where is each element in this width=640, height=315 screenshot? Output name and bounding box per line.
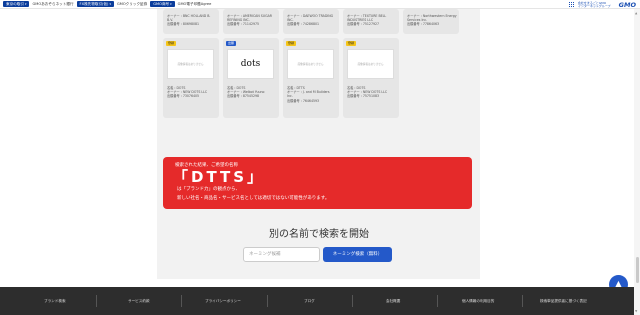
mark-image: dots xyxy=(227,49,274,79)
mark-image: 画像情報はありません xyxy=(347,49,394,79)
footer-divider xyxy=(522,295,523,307)
mark-image: 画像情報はありません xyxy=(287,49,334,79)
result-card[interactable]: オーナー : DAEWOO TRADING INC. 出願番号 : 742868… xyxy=(283,9,339,34)
result-card[interactable]: オーナー : TEXTURE BELL INDUSTRIES LLC 出願番号 … xyxy=(343,9,399,34)
topbar-item-4[interactable]: GMO商号 ▾ xyxy=(150,1,175,7)
result-card[interactable]: 登録 画像情報はありません 名義 : DOTS オーナー : NEW DOTS … xyxy=(163,38,219,118)
footer-divider xyxy=(267,295,268,307)
card-details: 名義 : DOTS オーナー : NEW DOTS LLC 出願番号 : 730… xyxy=(167,86,207,99)
card-details: 名義 : DOTS オーナー : NEW DOTS LLC 出願番号 : 757… xyxy=(347,86,387,99)
footer-divider xyxy=(96,295,97,307)
footer-divider xyxy=(181,295,182,307)
card-line: オーナー : J. and M Builders xyxy=(287,90,330,95)
result-card[interactable]: オーナー : Northwestern Energy Services Inc.… xyxy=(403,9,459,34)
footer-link[interactable]: サービス約款 xyxy=(128,299,150,304)
topbar-item-0[interactable]: 東京の取引 ▾ xyxy=(3,1,30,7)
footer-link[interactable]: 検索単品提供者に基づく表記 xyxy=(540,299,587,304)
footer-divider xyxy=(437,295,438,307)
card-owner: オーナー : AMERICAN SUGAR REFINING INC. 出願番号… xyxy=(227,14,272,27)
brand-tagline-line: インターネットグループ xyxy=(577,4,611,8)
card-line: 出願番号 : 77864063 xyxy=(407,22,440,27)
card-owner: オーナー : BNC HOLLAND B. B.V. 出願番号 : 806980… xyxy=(167,14,210,27)
status-badge: 登録 xyxy=(346,41,357,46)
card-line: 出願番号 : 73076405 xyxy=(167,94,200,99)
card-details: 名義 : DOTS オーナー : Welbot Yuuno 出願番号 : 875… xyxy=(227,86,265,99)
topbar-item-5[interactable]: GMO電子印鑑Agree xyxy=(178,2,212,7)
naming-search-button[interactable]: ネーミング検索（無料） xyxy=(323,247,392,262)
no-image-text: 画像情報はありません xyxy=(297,63,324,66)
apps-grid-icon[interactable] xyxy=(568,2,575,8)
no-image-text: 画像情報はありません xyxy=(177,63,204,66)
topbar-item-1[interactable]: GMOあおぞらネット銀行 xyxy=(32,2,73,7)
topbar-item-3[interactable]: GMOクリック証券 xyxy=(117,2,147,7)
card-owner: オーナー : Northwestern Energy Services Inc.… xyxy=(407,14,457,27)
footer-link[interactable]: ブログ xyxy=(304,299,315,304)
no-image-text: 画像情報はありません xyxy=(357,63,384,66)
topbar-brand: 会社をまるごとGMO インターネットグループ GMO xyxy=(568,1,636,9)
searched-name: 「DTTS」 xyxy=(173,168,266,186)
topbar-item-label: GMO商号 xyxy=(153,2,170,6)
footer-divider xyxy=(352,295,353,307)
banner-message-line: は「ブランド力」の観点から、 xyxy=(177,187,240,192)
gmo-logo[interactable]: GMO xyxy=(619,1,636,9)
status-badge: 登録 xyxy=(286,41,297,46)
topbar-item-label: 東京の取引 xyxy=(6,2,24,6)
scroll-down-arrow-icon[interactable]: ▼ xyxy=(635,309,637,313)
card-details: 名義 : DTTS オーナー : J. and M Builders Inc. … xyxy=(287,86,330,103)
topbar-item-label: GMOあおぞらネット銀行 xyxy=(32,1,74,6)
brand-tagline: 会社をまるごとGMO インターネットグループ xyxy=(577,1,611,9)
card-line: 出願番号 : 75751083 xyxy=(347,94,380,99)
topbar-item-label: GMO電子印鑑Agree xyxy=(177,1,212,6)
footer-link[interactable]: 会社概要 xyxy=(386,299,400,304)
footer-link[interactable]: ブランド検索 xyxy=(44,299,66,304)
chevron-down-icon: ▾ xyxy=(109,2,111,6)
card-owner: オーナー : TEXTURE BELL INDUSTRIES LLC 出願番号 … xyxy=(347,14,386,27)
result-card[interactable]: オーナー : BNC HOLLAND B. B.V. 出願番号 : 806980… xyxy=(163,9,219,34)
scroll-up-arrow-icon[interactable]: ▲ xyxy=(635,11,637,15)
card-line: 出願番号 : 87545298 xyxy=(227,94,260,99)
result-card[interactable]: 出願 dots 名義 : DOTS オーナー : Welbot Yuuno 出願… xyxy=(223,38,279,118)
topbar-item-2[interactable]: FX株先物取引(仮) ▾ xyxy=(76,1,114,7)
topbar-item-label: GMOクリック証券 xyxy=(116,1,148,6)
card-line: オーナー : BNC HOLLAND B. xyxy=(167,14,211,18)
naming-search-input[interactable]: ネーミング候補 xyxy=(243,247,320,262)
card-line: 出願番号 : 80698081 xyxy=(167,22,200,27)
result-card[interactable]: 登録 画像情報はありません 名義 : DOTS オーナー : NEW DOTS … xyxy=(343,38,399,118)
chevron-down-icon: ▾ xyxy=(24,2,27,6)
footer-link[interactable]: プライバシーポリシー xyxy=(205,299,241,304)
search-heading: 別の名前で検索を開始 xyxy=(269,229,369,240)
result-card[interactable]: 登録 画像情報はありません 名義 : DTTS オーナー : J. and M … xyxy=(283,38,339,118)
scrollbar[interactable]: ▲ ▼ xyxy=(634,9,640,315)
scrollbar-thumb[interactable] xyxy=(636,257,639,283)
card-line: 出願番号 : 74286801 xyxy=(287,22,320,27)
mark-image: 画像情報はありません xyxy=(167,49,214,79)
footer-link[interactable]: 個人情報の利用目的 xyxy=(462,299,494,304)
card-owner: オーナー : DAEWOO TRADING INC. 出願番号 : 742868… xyxy=(287,14,333,27)
card-line: 出願番号 : 75127927 xyxy=(347,22,380,27)
banner-message-line: 新しい社名・商品名・サービス名としては適切ではない可能性があります。 xyxy=(177,196,330,201)
chevron-down-icon: ▾ xyxy=(170,2,172,6)
footer: ブランド検索 サービス約款 プライバシーポリシー ブログ 会社概要 個人情報の利… xyxy=(0,287,634,315)
mark-logo-text: dots xyxy=(240,59,261,69)
status-badge: 登録 xyxy=(166,41,177,46)
result-banner: 検索された結果、ご希望の名称 「DTTS」 は「ブランド力」の観点から、 新しい… xyxy=(163,157,472,209)
status-badge: 出願 xyxy=(226,41,237,46)
card-line: オーナー : DAEWOO TRADING xyxy=(287,14,334,18)
top-bar: 東京の取引 ▾ GMOあおぞらネット銀行 FX株先物取引(仮) ▾ GMOクリック証… xyxy=(0,0,640,9)
card-line: 出願番号 : 71142975 xyxy=(227,22,260,27)
card-line: 出願番号 : 76464593 xyxy=(287,98,320,103)
topbar-item-label: FX株先物取引(仮) xyxy=(79,2,109,6)
result-card[interactable]: オーナー : AMERICAN SUGAR REFINING INC. 出願番号… xyxy=(223,9,279,34)
